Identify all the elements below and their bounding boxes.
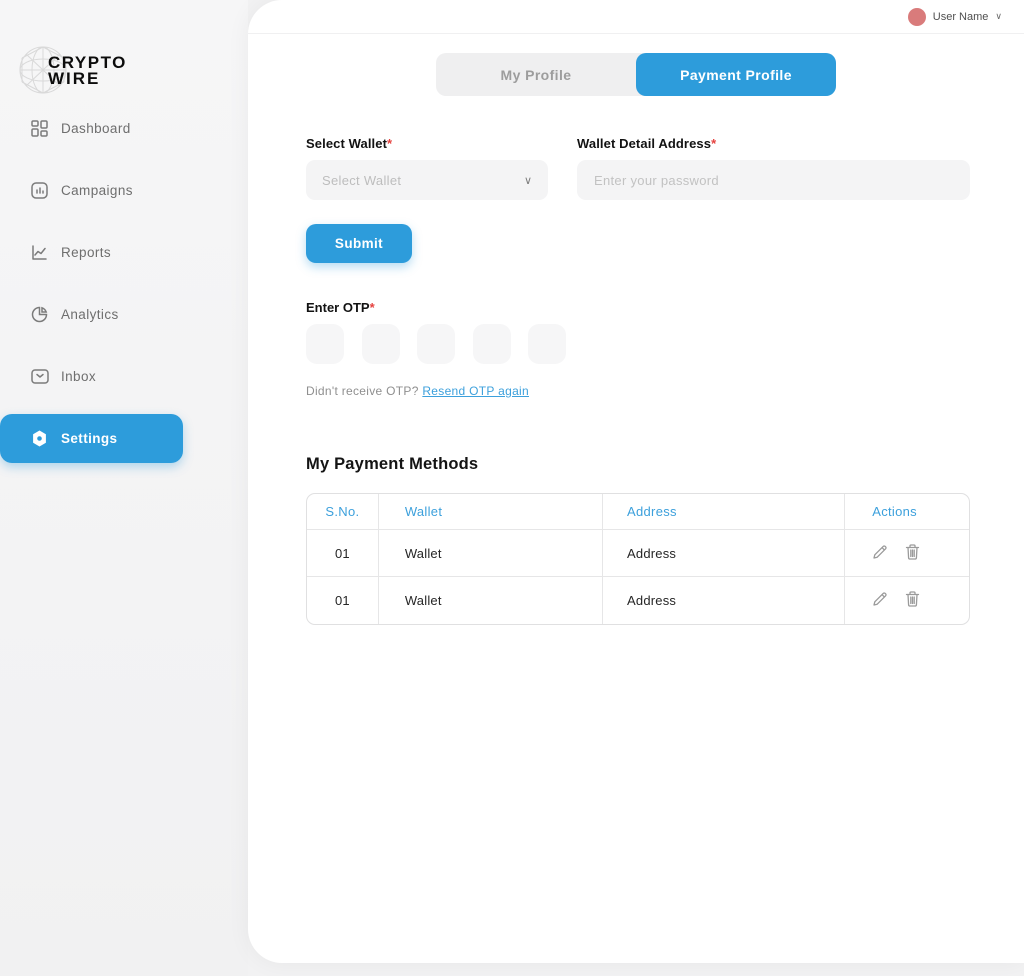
table-row: 01 Wallet Address (307, 530, 969, 577)
logo-line2: WIRE (48, 71, 127, 87)
user-name: User Name (933, 11, 989, 23)
table-row: 01 Wallet Address (307, 577, 969, 624)
column-header-actions: Actions (845, 494, 969, 530)
otp-input-5[interactable] (528, 324, 566, 364)
column-header-wallet: Wallet (379, 494, 603, 530)
sidebar-item-dashboard[interactable]: Dashboard (0, 104, 248, 153)
sidebar-item-label: Settings (61, 431, 117, 446)
select-wallet-value: Select Wallet (322, 173, 401, 188)
edit-pencil-icon[interactable] (872, 591, 888, 607)
cell-address: Address (603, 530, 845, 577)
payment-profile-content: Select Wallet* Select Wallet ∨ Wallet De… (248, 136, 1024, 625)
cell-actions (845, 577, 969, 624)
sidebar-item-campaigns[interactable]: Campaigns (0, 166, 248, 215)
analytics-pie-icon (31, 306, 49, 324)
sidebar-item-inbox[interactable]: Inbox (0, 352, 248, 401)
sidebar-item-reports[interactable]: Reports (0, 228, 248, 277)
wallet-address-input[interactable] (577, 160, 970, 200)
required-asterisk: * (387, 136, 392, 151)
sidebar-item-label: Inbox (61, 369, 96, 384)
logo: CRYPTO WIRE (18, 42, 138, 100)
top-bar: User Name ∨ (248, 0, 1024, 34)
delete-trash-icon[interactable] (905, 591, 920, 607)
sidebar-item-settings[interactable]: Settings (0, 414, 183, 463)
resend-otp-link[interactable]: Resend OTP again (422, 384, 529, 398)
otp-input-4[interactable] (473, 324, 511, 364)
wallet-address-label: Wallet Detail Address* (577, 136, 970, 151)
otp-inputs (306, 324, 970, 364)
required-asterisk: * (370, 300, 375, 315)
settings-gear-icon (31, 430, 49, 448)
select-wallet-label: Select Wallet* (306, 136, 548, 151)
cell-wallet: Wallet (379, 577, 603, 624)
tab-payment-profile[interactable]: Payment Profile (636, 53, 836, 96)
otp-label: Enter OTP* (306, 300, 970, 315)
tab-my-profile[interactable]: My Profile (436, 53, 636, 96)
sidebar-item-analytics[interactable]: Analytics (0, 290, 248, 339)
dashboard-grid-icon (31, 120, 49, 138)
sidebar-item-label: Reports (61, 245, 111, 260)
column-header-address: Address (603, 494, 845, 530)
select-wallet-field: Select Wallet* Select Wallet ∨ (306, 136, 548, 200)
logo-text: CRYPTO WIRE (48, 55, 127, 87)
otp-hint-text: Didn't receive OTP? (306, 384, 422, 398)
otp-input-3[interactable] (417, 324, 455, 364)
cell-sno: 01 (307, 577, 379, 624)
sidebar-item-label: Dashboard (61, 121, 131, 136)
submit-button[interactable]: Submit (306, 224, 412, 263)
reports-line-chart-icon (31, 244, 49, 262)
delete-trash-icon[interactable] (905, 544, 920, 560)
wallet-address-field: Wallet Detail Address* (577, 136, 970, 200)
sidebar-nav: Dashboard Campaigns Reports (0, 104, 248, 476)
select-wallet-dropdown[interactable]: Select Wallet ∨ (306, 160, 548, 200)
required-asterisk: * (711, 136, 716, 151)
main-panel: User Name ∨ My Profile Payment Profile S… (248, 0, 1024, 963)
sidebar: CRYPTO WIRE Dashboard Cam (0, 0, 248, 976)
payment-methods-title: My Payment Methods (306, 455, 970, 474)
user-menu-chevron-down-icon[interactable]: ∨ (995, 11, 1002, 22)
otp-input-1[interactable] (306, 324, 344, 364)
profile-tabs: My Profile Payment Profile (436, 53, 836, 96)
edit-pencil-icon[interactable] (872, 544, 888, 560)
inbox-envelope-icon (31, 368, 49, 386)
otp-input-2[interactable] (362, 324, 400, 364)
chevron-down-icon: ∨ (524, 174, 532, 187)
cell-sno: 01 (307, 530, 379, 577)
cell-wallet: Wallet (379, 530, 603, 577)
wallet-address-label-text: Wallet Detail Address (577, 136, 711, 151)
cell-actions (845, 530, 969, 577)
table-header-row: S.No. Wallet Address Actions (307, 494, 969, 530)
user-avatar[interactable] (908, 8, 926, 26)
otp-label-text: Enter OTP (306, 300, 370, 315)
sidebar-item-label: Analytics (61, 307, 119, 322)
otp-hint: Didn't receive OTP? Resend OTP again (306, 384, 970, 398)
campaigns-bar-chart-icon (31, 182, 49, 200)
wallet-form: Select Wallet* Select Wallet ∨ Wallet De… (306, 136, 970, 200)
payment-methods-table: S.No. Wallet Address Actions 01 Wallet A… (306, 493, 970, 625)
select-wallet-label-text: Select Wallet (306, 136, 387, 151)
sidebar-item-label: Campaigns (61, 183, 133, 198)
cell-address: Address (603, 577, 845, 624)
otp-section: Enter OTP* Didn't receive OTP? Resend OT… (306, 300, 970, 398)
column-header-sno: S.No. (307, 494, 379, 530)
